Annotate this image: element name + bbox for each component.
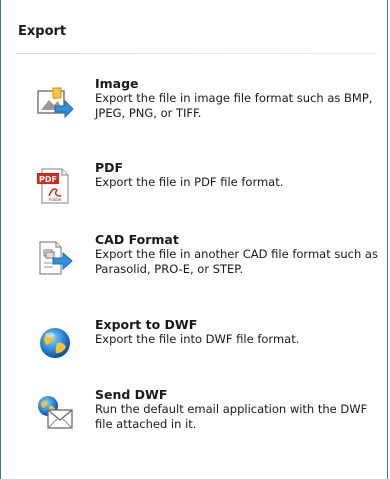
divider xyxy=(16,53,378,54)
export-item-export-to-dwf[interactable]: Export to DWF Export the file into DWF f… xyxy=(31,317,381,381)
item-description: Export the file into DWF file format. xyxy=(95,332,300,346)
item-description: Run the default email application with t… xyxy=(95,402,368,431)
export-item-cad-format[interactable]: CAD Format Export the file in another CA… xyxy=(31,232,381,296)
pdf-icon: PDF Adobe xyxy=(35,166,75,206)
item-title: Export to DWF xyxy=(95,317,198,332)
panel-title: Export xyxy=(18,24,67,39)
item-description: Export the file in image file format suc… xyxy=(95,91,373,120)
export-panel: Export Image Export the file in image fi… xyxy=(0,0,388,479)
item-description: Export the file in another CAD file form… xyxy=(95,247,378,276)
pdf-brand-text: Adobe xyxy=(49,197,62,202)
image-export-icon xyxy=(35,82,75,122)
dwf-globe-icon xyxy=(35,323,75,363)
item-description: Export the file in PDF file format. xyxy=(95,175,284,189)
cad-export-icon xyxy=(35,238,75,278)
item-title: Image xyxy=(95,76,139,91)
export-item-send-dwf[interactable]: Send DWF Run the default email applicati… xyxy=(31,387,381,451)
item-title: PDF xyxy=(95,160,124,175)
export-item-image[interactable]: Image Export the file in image file form… xyxy=(31,76,381,140)
export-item-pdf[interactable]: PDF Adobe PDF Export the file in PDF fil… xyxy=(31,160,381,224)
pdf-badge-text: PDF xyxy=(39,175,57,184)
item-title: CAD Format xyxy=(95,232,179,247)
send-dwf-mail-icon xyxy=(35,393,75,433)
item-title: Send DWF xyxy=(95,387,168,402)
